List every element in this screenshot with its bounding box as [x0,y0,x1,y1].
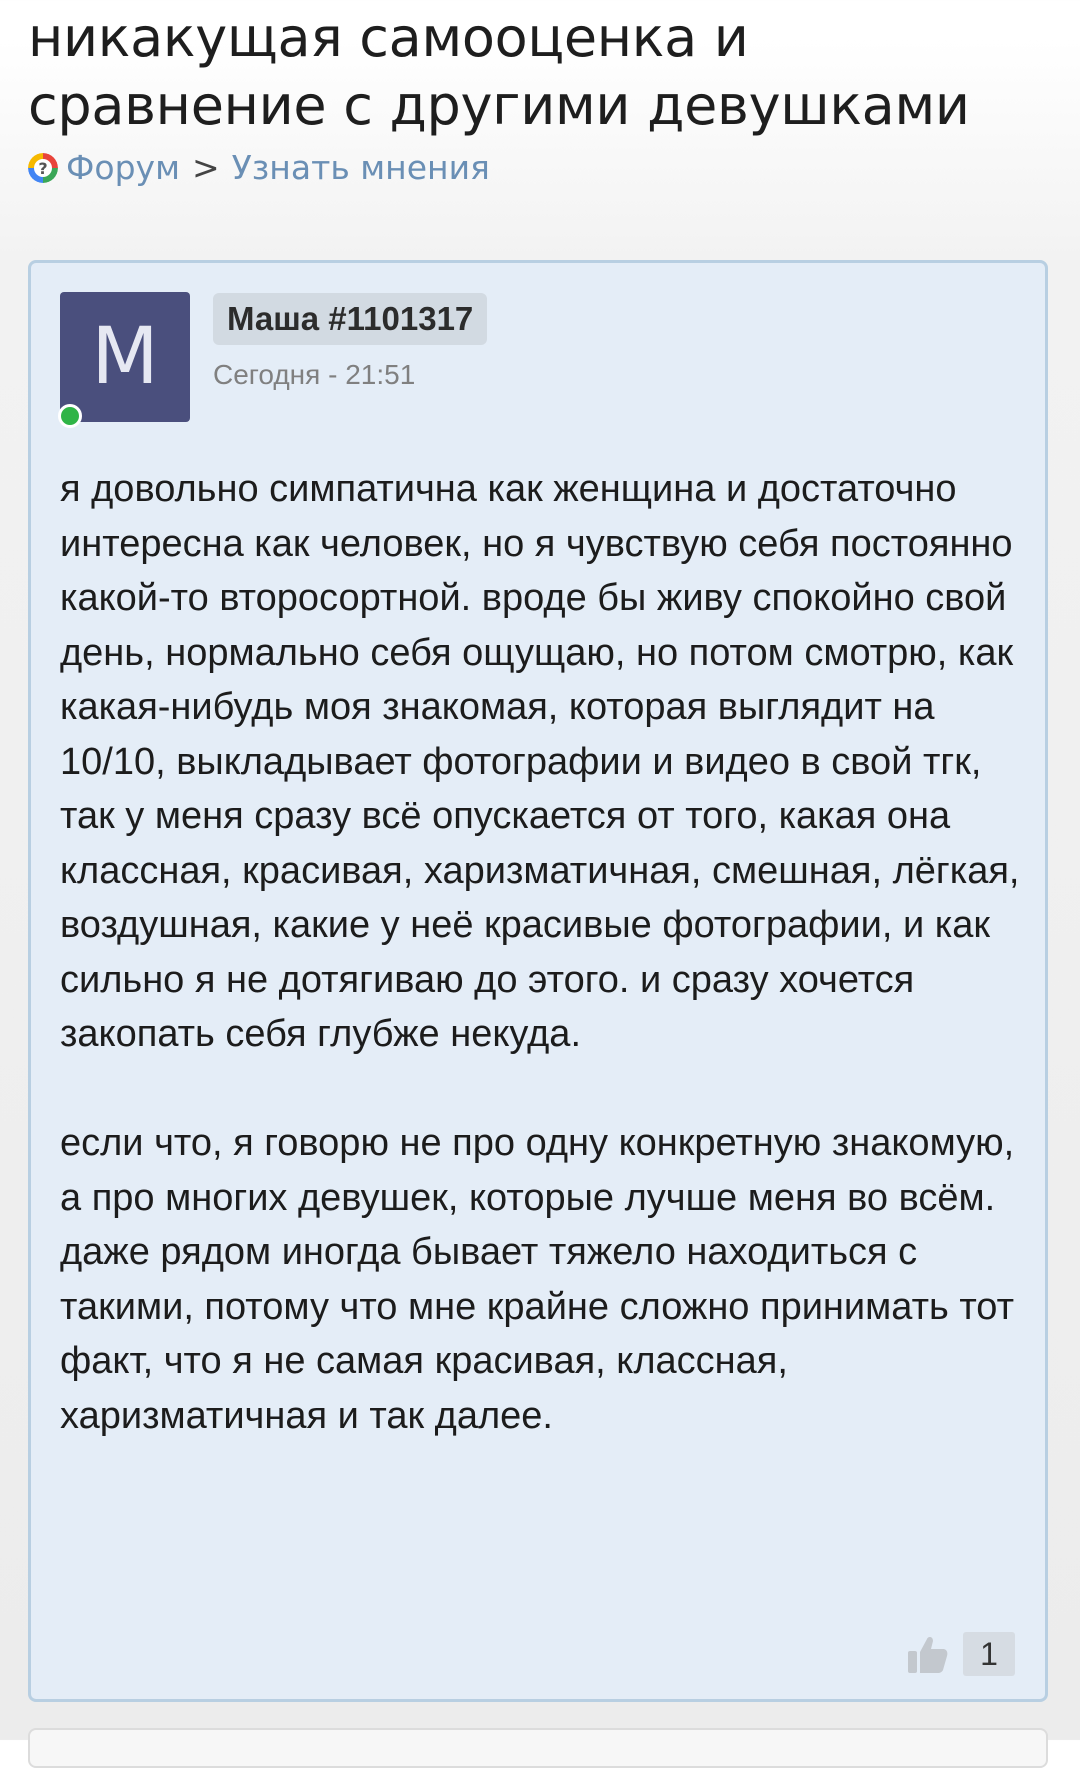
page-title: никакущая самооценка и сравнение с други… [28,6,970,137]
post-timestamp: Сегодня - 21:51 [213,359,416,390]
breadcrumb-section-link[interactable]: Узнать мнения [232,146,490,190]
post-paragraph: если что, я говорю не про одну конкретну… [60,1122,1015,1437]
forum-question-icon: ? [28,153,58,183]
avatar-letter: М [91,312,159,402]
topic-header: никакущая самооценка и сравнение с други… [28,0,1058,190]
post-card: М Маша #1101317 Сегодня - 21:51 я доволь… [28,260,1048,1702]
online-status-dot [58,404,82,428]
post-paragraph: я довольно симпатична как женщина и дост… [60,468,1020,1055]
post-body: я довольно симпатична как женщина и дост… [60,462,1040,1443]
thumbs-up-icon[interactable] [905,1631,951,1677]
author-name-badge[interactable]: Маша #1101317 [213,293,488,345]
breadcrumb-forum-link[interactable]: Форум [66,146,180,190]
avatar[interactable]: М [58,292,190,428]
like-row: 1 [905,1631,1015,1677]
breadcrumb-separator: > [191,148,220,187]
svg-text:?: ? [38,159,47,178]
next-post-card [28,1728,1048,1768]
breadcrumb: ? Форум > Узнать мнения [28,146,1058,190]
like-count: 1 [963,1632,1015,1676]
